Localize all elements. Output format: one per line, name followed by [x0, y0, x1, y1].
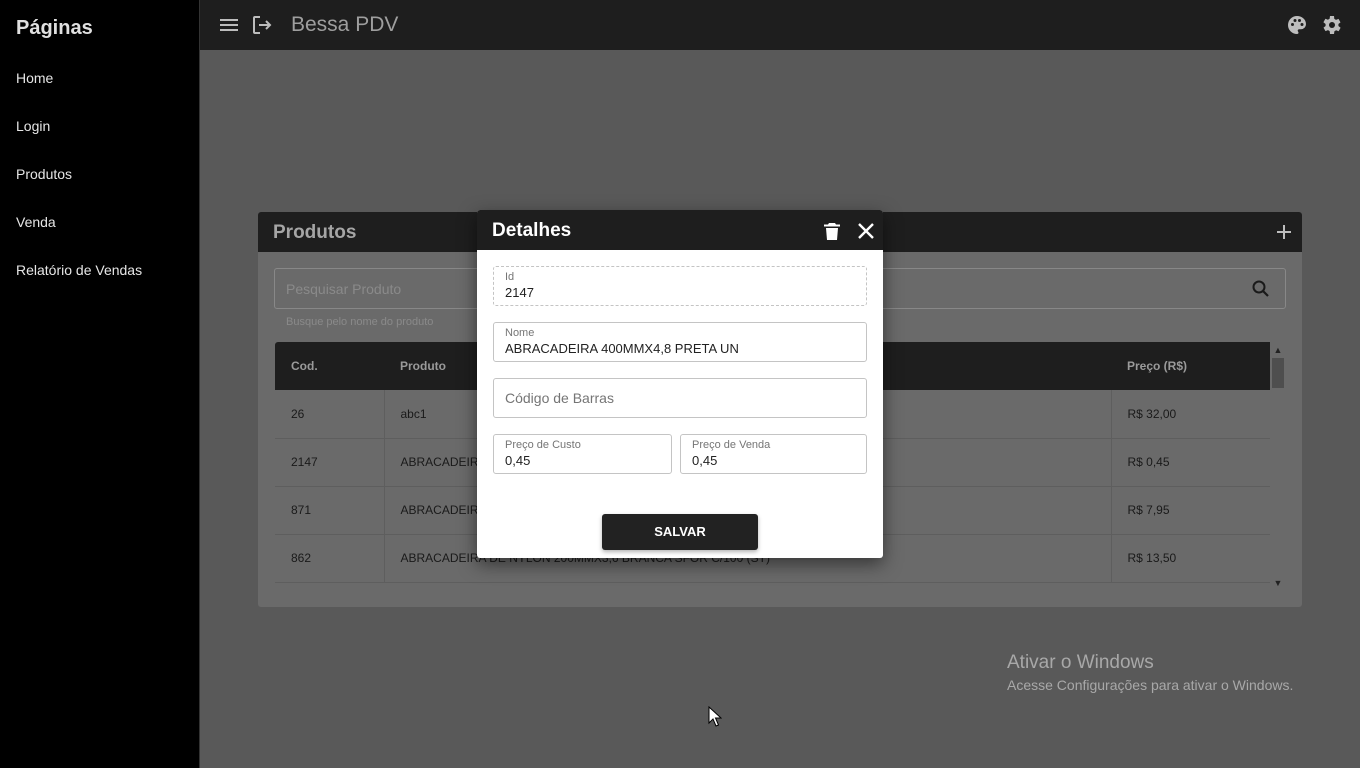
- sidebar-item-venda[interactable]: Venda: [0, 198, 199, 246]
- column-header-cod[interactable]: Cod.: [275, 342, 384, 390]
- add-icon[interactable]: [1274, 222, 1294, 242]
- menu-icon[interactable]: [217, 13, 241, 37]
- windows-watermark-title: Ativar o Windows: [1007, 652, 1154, 673]
- cell-cod: 862: [275, 534, 385, 582]
- dialog-header: Detalhes: [477, 210, 883, 250]
- produtos-title: Produtos: [273, 222, 357, 243]
- cell-preco: R$ 32,00: [1127, 406, 1177, 421]
- search-hint: Busque pelo nome do produto: [286, 316, 434, 328]
- preco-custo-value: 0,45: [505, 453, 531, 468]
- cell-preco: R$ 0,45: [1127, 455, 1170, 469]
- sidebar-item-login[interactable]: Login: [0, 102, 199, 150]
- sidebar-item-home[interactable]: Home: [0, 54, 199, 102]
- preco-custo-label: Preço de Custo: [505, 439, 581, 451]
- trash-icon[interactable]: [822, 221, 842, 241]
- barcode-placeholder: Código de Barras: [505, 390, 614, 406]
- scroll-up-icon[interactable]: ▲: [1273, 345, 1283, 355]
- preco-custo-field[interactable]: Preço de Custo 0,45: [493, 434, 672, 474]
- sidebar-item-produtos[interactable]: Produtos: [0, 150, 199, 198]
- windows-watermark-subtitle: Acesse Configurações para ativar o Windo…: [1007, 677, 1294, 693]
- cell-cod: 2147: [275, 438, 385, 486]
- id-field: Id 2147: [493, 266, 867, 306]
- sidebar-item-relatorio-vendas[interactable]: Relatório de Vendas: [0, 246, 199, 294]
- app-bar: Bessa PDV: [200, 0, 1360, 50]
- cell-preco: R$ 7,95: [1127, 503, 1170, 517]
- nome-field[interactable]: Nome ABRACADEIRA 400MMX4,8 PRETA UN: [493, 322, 867, 362]
- nome-value: ABRACADEIRA 400MMX4,8 PRETA UN: [505, 341, 739, 356]
- gear-icon[interactable]: [1319, 13, 1343, 37]
- table-scrollbar[interactable]: ▲ ▼: [1270, 342, 1286, 591]
- barcode-field[interactable]: Código de Barras: [493, 378, 867, 418]
- app-title: Bessa PDV: [291, 13, 399, 36]
- nome-label: Nome: [505, 327, 535, 339]
- mouse-cursor-icon: [708, 705, 723, 728]
- save-button[interactable]: SALVAR: [602, 514, 758, 550]
- preco-venda-label: Preço de Venda: [692, 439, 771, 451]
- detalhes-dialog: Detalhes Id 2147 Nome ABRACADEIRA 400MMX…: [477, 210, 883, 558]
- scroll-down-icon[interactable]: ▼: [1273, 578, 1283, 588]
- sidebar: Páginas Home Login Produtos Venda Relató…: [0, 0, 200, 768]
- search-placeholder: Pesquisar Produto: [286, 281, 402, 297]
- search-icon[interactable]: [1251, 279, 1271, 299]
- scroll-thumb[interactable]: [1272, 358, 1284, 388]
- dialog-title: Detalhes: [492, 220, 572, 241]
- close-icon[interactable]: [856, 221, 876, 241]
- cell-preco: R$ 13,50: [1127, 551, 1177, 565]
- cell-cod: 26: [275, 390, 385, 438]
- sidebar-title: Páginas: [16, 17, 93, 39]
- preco-venda-field[interactable]: Preço de Venda 0,45: [680, 434, 867, 474]
- logout-icon[interactable]: [250, 13, 274, 37]
- palette-icon[interactable]: [1285, 13, 1309, 37]
- id-label: Id: [505, 271, 515, 283]
- preco-venda-value: 0,45: [692, 453, 718, 468]
- cell-cod: 871: [275, 486, 385, 534]
- column-header-preco[interactable]: Preço (R$): [1111, 342, 1270, 390]
- id-value: 2147: [505, 285, 534, 300]
